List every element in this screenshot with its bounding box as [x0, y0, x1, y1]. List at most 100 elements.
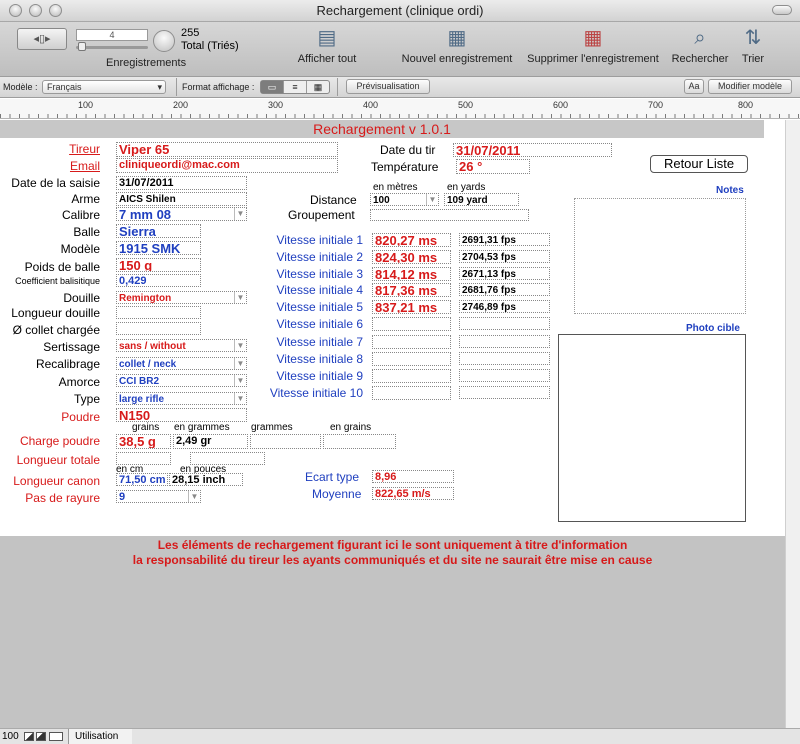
vitesse-fps-field[interactable] [459, 317, 550, 330]
magnifier-icon: ⌕ [694, 27, 706, 49]
ruler-tick: 100 [78, 100, 94, 110]
form-view-icon[interactable]: ▭ [261, 81, 283, 93]
label-longueur-douille: Longueur douille [11, 306, 100, 320]
canon-cm-field[interactable]: 71,50 cm [116, 473, 168, 486]
moyenne-field[interactable]: 822,65 m/s [372, 487, 454, 500]
preview-button[interactable]: Prévisualisation [346, 79, 430, 94]
date-saisie-field[interactable]: 31/07/2011 [116, 176, 247, 190]
record-number-field[interactable]: 4 [76, 29, 148, 41]
list-view-icon[interactable]: ≡ [283, 81, 306, 93]
vitesse-ms-field[interactable]: 824,30 ms [372, 250, 451, 264]
vitesse-ms-field[interactable]: 837,21 ms [372, 300, 451, 314]
vitesse-ms-field[interactable] [372, 386, 451, 400]
vitesse-ms-field[interactable] [372, 335, 451, 349]
zoom-level[interactable]: 100 [2, 729, 19, 744]
pie-chart-icon [153, 30, 175, 52]
modele-field[interactable]: 1915 SMK [116, 241, 201, 255]
amorce-select[interactable]: CCI BR2 ▼ [116, 374, 247, 387]
balle-field[interactable]: Sierra [116, 224, 201, 238]
vitesse-fps-field[interactable]: 2671,13 fps [459, 267, 550, 280]
vitesse-fps-field[interactable]: 2681,76 fps [459, 283, 550, 296]
mode-indicator[interactable]: Utilisation [68, 729, 132, 744]
label-coefficient: Coefficient balisitique [15, 276, 100, 286]
zoom-in-icon[interactable] [36, 732, 46, 741]
modify-model-button[interactable]: Modifier modèle [708, 79, 792, 94]
find-button[interactable]: ⌕ Rechercher [670, 26, 730, 65]
label-grammes: grammes [251, 422, 293, 433]
vitesse-fps-field[interactable] [459, 335, 550, 348]
vitesse-ms-field[interactable]: 817,36 ms [372, 283, 451, 297]
vitesse-ms-field[interactable]: 820,27 ms [372, 233, 451, 247]
zoom-window-button[interactable] [49, 4, 62, 17]
vitesse-ms-field[interactable] [372, 369, 451, 383]
record-book-icon[interactable]: ◂▯▸ [17, 28, 67, 50]
vitesse-ms-field[interactable]: 814,12 ms [372, 267, 451, 281]
coefficient-field[interactable]: 0,429 [116, 274, 201, 287]
charge-grains-field[interactable]: 38,5 g [116, 434, 171, 449]
model-label: Modèle : [3, 82, 38, 92]
en-grains-field[interactable] [323, 434, 396, 449]
ecart-type-field[interactable]: 8,96 [372, 470, 454, 483]
vitesse-fps-field[interactable] [459, 369, 550, 382]
email-field[interactable]: cliniqueordi@mac.com [116, 158, 338, 173]
toolbar-toggle-button[interactable] [772, 5, 792, 15]
charge-grammes-field[interactable]: 2,49 gr [173, 434, 248, 449]
temperature-field[interactable]: 26 ° [456, 159, 530, 174]
chevron-down-icon: ▼ [234, 358, 246, 369]
label-tireur[interactable]: Tireur [69, 142, 100, 156]
new-record-button[interactable]: ▦ Nouvel enregistrement [398, 26, 516, 65]
longueur-douille-field[interactable] [116, 306, 201, 319]
retour-liste-button[interactable]: Retour Liste [650, 155, 748, 173]
delete-record-button[interactable]: ▦ Supprimer l'enregistrement [522, 26, 664, 65]
label-modele: Modèle [60, 242, 100, 256]
close-window-button[interactable] [9, 4, 22, 17]
vitesse-fps-field[interactable] [459, 386, 550, 399]
vitesse-fps-field[interactable]: 2704,53 fps [459, 250, 550, 263]
view-format-switch[interactable]: ▭ ≡ ▦ [260, 80, 330, 94]
photo-cible-container[interactable] [558, 334, 746, 522]
grammes-field[interactable] [250, 434, 321, 449]
poids-field[interactable]: 150 g [116, 258, 201, 272]
disclaimer-line-2: la responsabilité du tireur les ayants c… [132, 553, 653, 567]
douille-select[interactable]: Remington ▼ [116, 291, 247, 304]
distance-yards-field[interactable]: 109 yard [444, 193, 519, 206]
pas-rayure-select[interactable]: 9 ▼ [116, 490, 201, 503]
model-select[interactable]: Français ▾ [42, 80, 166, 94]
sort-icon: ⇅ [744, 27, 762, 49]
form-header: Rechargement v 1.0.1 [0, 120, 764, 138]
slider-thumb[interactable] [78, 42, 86, 51]
date-tir-field[interactable]: 31/07/2011 [453, 143, 612, 157]
tireur-field[interactable]: Viper 65 [116, 142, 338, 157]
ruler-tick: 200 [173, 100, 189, 110]
minimize-window-button[interactable] [29, 4, 42, 17]
vertical-scrollbar[interactable] [785, 120, 800, 736]
text-format-button[interactable]: Aa [684, 79, 704, 94]
label-douille: Douille [63, 291, 100, 305]
recalibrage-select[interactable]: collet / neck ▼ [116, 357, 247, 370]
arme-field[interactable]: AICS Shilen [116, 192, 247, 206]
table-view-icon[interactable]: ▦ [306, 81, 329, 93]
status-toggle-icon[interactable] [49, 732, 63, 741]
ruler-tick: 700 [648, 100, 664, 110]
notes-field[interactable] [574, 198, 746, 314]
collet-field[interactable] [116, 322, 201, 335]
calibre-select[interactable]: 7 mm 08 ▼ [116, 207, 247, 221]
sertissage-select[interactable]: sans / without ▼ [116, 339, 247, 352]
vitesse-fps-field[interactable] [459, 352, 550, 365]
sort-button[interactable]: ⇅ Trier [736, 26, 770, 65]
vitesse-fps-field[interactable]: 2691,31 fps [459, 233, 550, 246]
groupement-field[interactable] [370, 209, 529, 221]
type-select[interactable]: large rifle ▼ [116, 392, 247, 405]
vitesse-ms-field[interactable] [372, 352, 451, 366]
stack-icon: ▤ [317, 27, 337, 49]
record-slider[interactable] [76, 46, 148, 49]
zoom-out-icon[interactable] [24, 732, 34, 741]
show-all-button[interactable]: ▤ Afficher tout [290, 26, 364, 65]
poudre-field[interactable]: N150 [116, 408, 247, 422]
label-en-yards: en yards [447, 182, 486, 193]
label-email[interactable]: Email [70, 159, 100, 173]
distance-metres-select[interactable]: 100 ▼ [370, 193, 439, 206]
vitesse-ms-field[interactable] [372, 317, 451, 331]
canon-pouces-field[interactable]: 28,15 inch [169, 473, 243, 486]
vitesse-fps-field[interactable]: 2746,89 fps [459, 300, 550, 313]
